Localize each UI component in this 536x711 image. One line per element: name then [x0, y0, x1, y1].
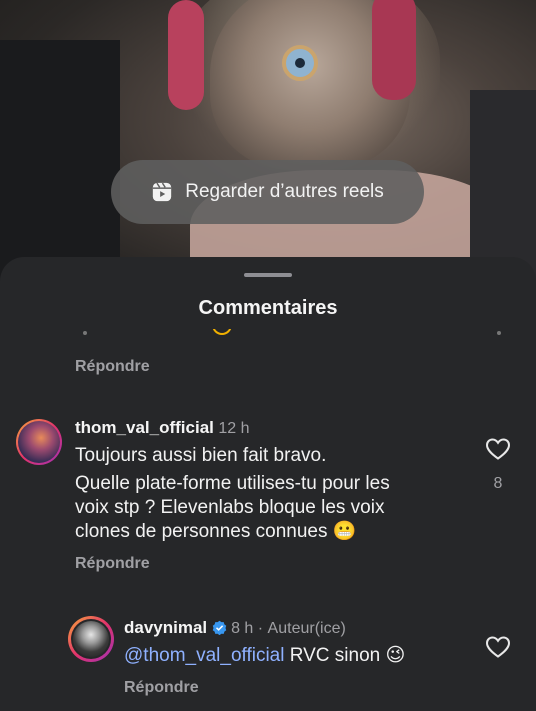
- comment-username[interactable]: davynimal: [124, 618, 207, 637]
- avatar-ring-gap: [71, 619, 111, 659]
- verified-badge-icon: [212, 620, 226, 635]
- comment-text-fragment: RVC sinon: [289, 645, 381, 666]
- watch-more-reels-label: Regarder d’autres reels: [185, 181, 384, 202]
- like-heart-icon[interactable]: [485, 437, 511, 461]
- user-mention-link[interactable]: @thom_val_official: [124, 645, 284, 666]
- grimace-emoji: 😬: [332, 521, 357, 542]
- avatar[interactable]: [16, 419, 62, 465]
- comment-header: thom_val_official 12 h: [75, 418, 249, 438]
- comment-text-line: Toujours aussi bien fait bravo.: [75, 445, 327, 466]
- video-headphone-right: [372, 0, 416, 100]
- sheet-drag-handle[interactable]: [244, 273, 292, 277]
- clipped-text-fragment: [83, 331, 87, 335]
- watch-more-reels-button[interactable]: Regarder d’autres reels: [111, 160, 424, 224]
- comment-text-line: clones de personnes connues 😬: [75, 520, 356, 544]
- comment-time: 12 h: [218, 420, 250, 437]
- comment-time: 8 h: [231, 620, 254, 637]
- clipped-text-fragment: [497, 331, 501, 335]
- comment-text-fragment: clones de personnes connues: [75, 521, 328, 542]
- comment-text-line: Quelle plate-forme utilises-tu pour les: [75, 473, 390, 494]
- avatar-image: [18, 421, 60, 463]
- like-heart-icon[interactable]: [485, 635, 511, 659]
- avatar-image: [73, 621, 109, 657]
- comment-username[interactable]: thom_val_official: [75, 418, 214, 437]
- reply-button[interactable]: Répondre: [75, 358, 150, 376]
- comments-list[interactable]: Répondre thom_val_official 12 h Toujours…: [0, 329, 536, 711]
- meta-separator: ·: [257, 620, 264, 637]
- comment-text-line: voix stp ? Elevenlabs bloque les voix: [75, 497, 385, 518]
- author-tag: Auteur(ice): [267, 620, 346, 637]
- reel-video[interactable]: [0, 0, 536, 300]
- reply-button[interactable]: Répondre: [124, 679, 199, 697]
- avatar[interactable]: [68, 616, 114, 662]
- reply-button[interactable]: Répondre: [75, 555, 150, 573]
- comment-text-line: @thom_val_official RVC sinon 😉: [124, 644, 405, 668]
- clipped-emoji-fragment: [212, 329, 232, 335]
- comment-header: davynimal 8 h · Auteur(ice): [124, 618, 346, 638]
- comments-sheet: Commentaires Répondre thom_val_official …: [0, 257, 536, 711]
- like-count[interactable]: 8: [485, 475, 511, 493]
- wink-emoji: 😉: [385, 645, 406, 666]
- reels-icon: [153, 182, 172, 202]
- sheet-title: Commentaires: [198, 297, 338, 319]
- video-headphone-left: [168, 0, 204, 110]
- video-monocle: [282, 45, 318, 81]
